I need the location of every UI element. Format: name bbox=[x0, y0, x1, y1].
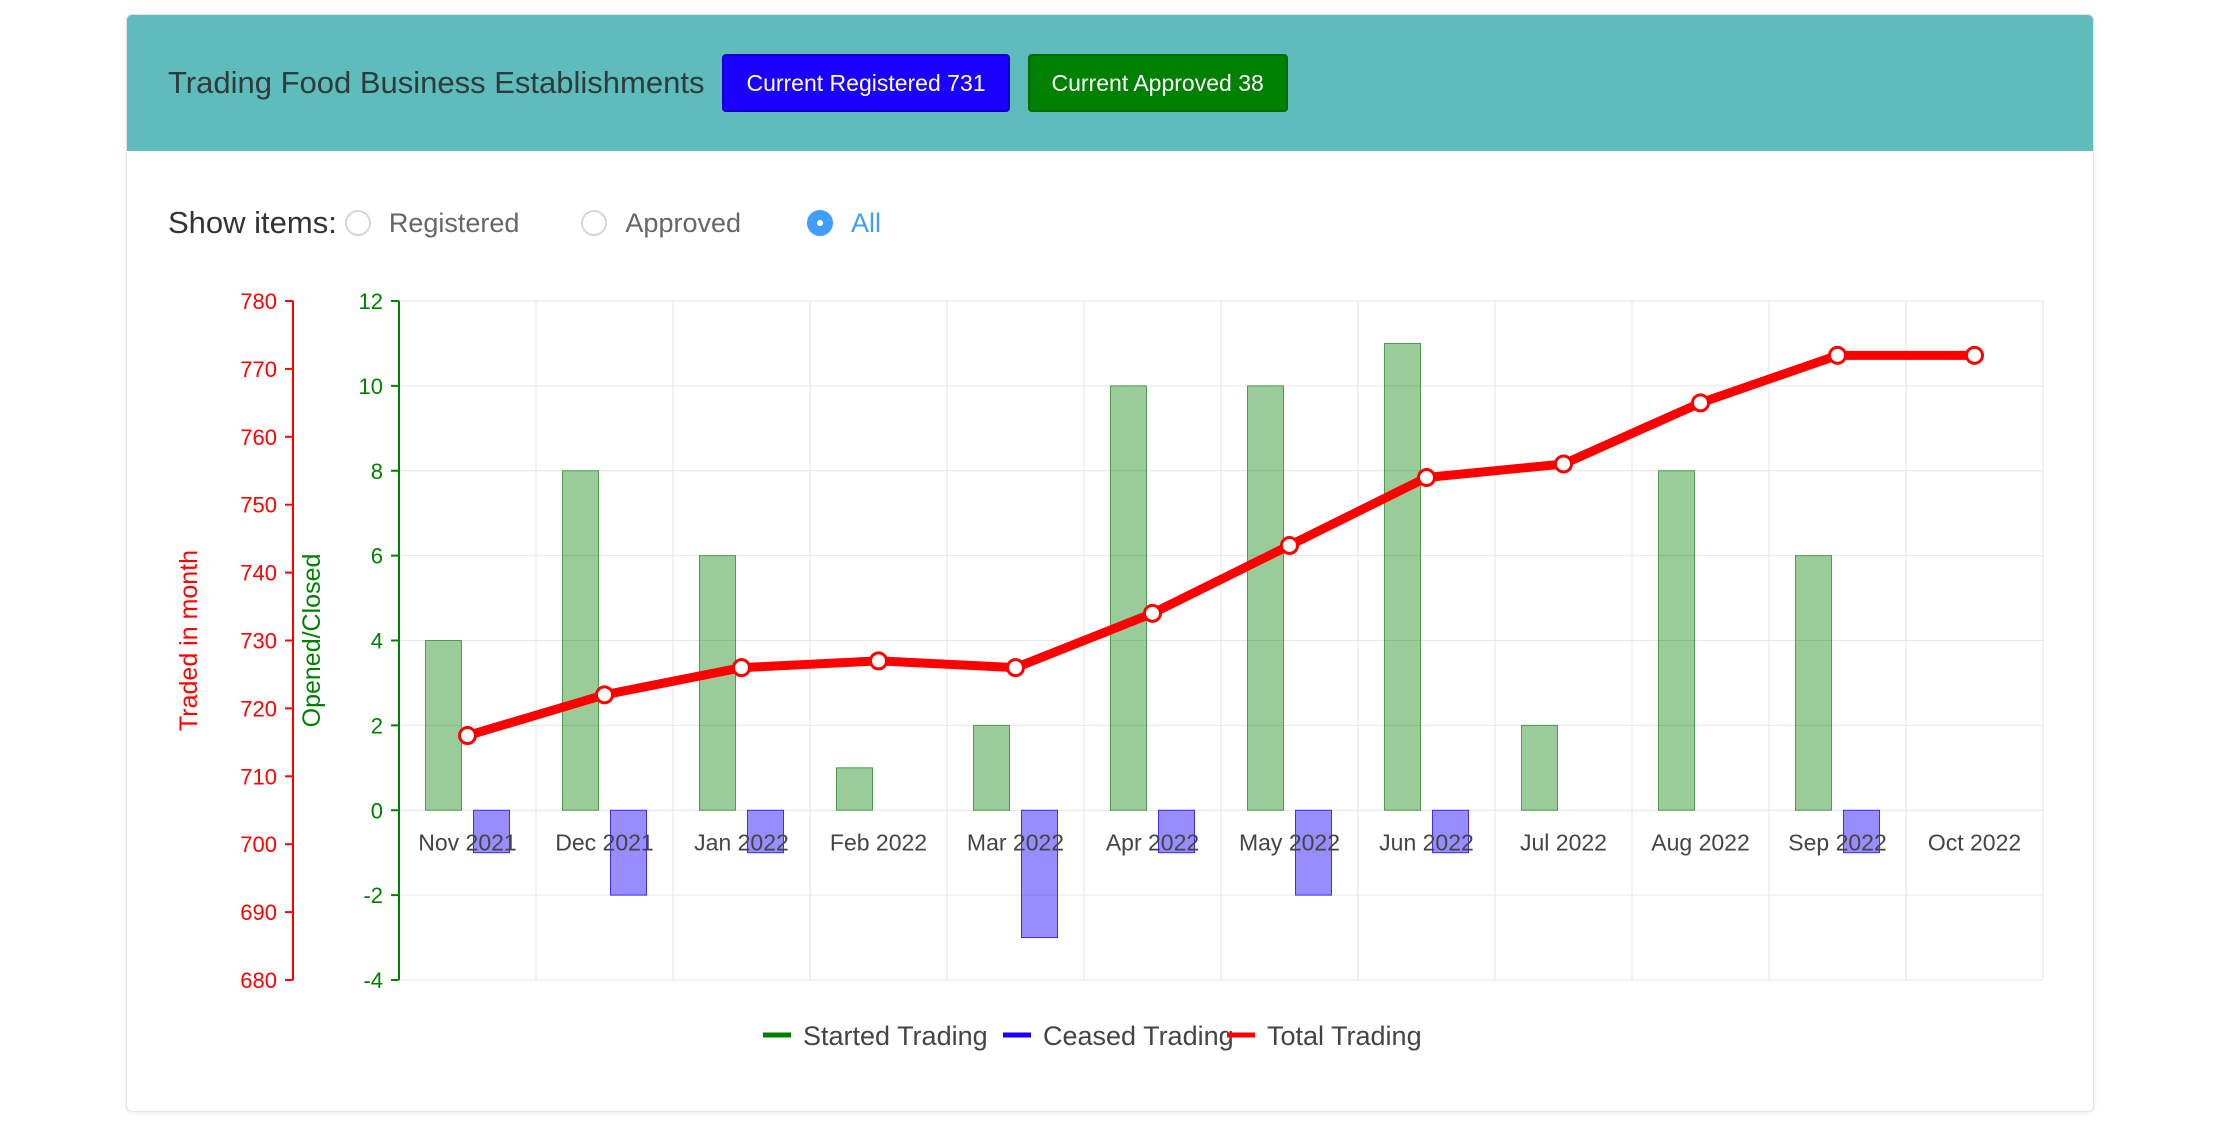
chart-card: Trading Food Business Establishments Cur… bbox=[126, 14, 2094, 1112]
left-axis-tick-label: -4 bbox=[363, 968, 383, 993]
point-total-trading bbox=[732, 658, 751, 678]
right-axis-tick-label: 740 bbox=[240, 561, 277, 586]
right-axis-tick-label: 730 bbox=[240, 629, 277, 654]
x-axis-tick-label: Jan 2022 bbox=[694, 829, 789, 855]
left-axis-tick-label: 6 bbox=[371, 544, 383, 569]
point-total-trading bbox=[1965, 345, 1984, 365]
point-total-trading bbox=[595, 685, 614, 705]
x-axis-tick-label: Oct 2022 bbox=[1928, 829, 2021, 855]
point-total-trading bbox=[869, 651, 888, 671]
bar-started-trading bbox=[1658, 470, 1695, 811]
bar-started-trading bbox=[1247, 385, 1284, 811]
bar-started-trading bbox=[699, 555, 736, 811]
bar-started-trading bbox=[973, 724, 1010, 811]
x-axis-tick-label: Aug 2022 bbox=[1651, 829, 1749, 855]
right-axis-tick-label: 690 bbox=[240, 900, 277, 925]
x-axis-tick-label: Apr 2022 bbox=[1106, 829, 1199, 855]
point-total-trading bbox=[458, 726, 477, 746]
legend-label: Total Trading bbox=[1267, 1021, 1422, 1051]
left-axis-tick-label: -2 bbox=[363, 883, 383, 908]
right-axis-tick-label: 750 bbox=[240, 493, 277, 518]
right-axis-tick-label: 780 bbox=[240, 289, 277, 314]
bar-started-trading bbox=[425, 640, 462, 811]
point-total-trading bbox=[1828, 345, 1847, 365]
x-axis-tick-label: Dec 2021 bbox=[555, 829, 653, 855]
right-axis-tick-label: 760 bbox=[240, 425, 277, 450]
left-axis-tick-label: 4 bbox=[371, 629, 383, 654]
legend-label: Ceased Trading bbox=[1043, 1021, 1234, 1051]
left-axis-tick-label: 8 bbox=[371, 459, 383, 484]
x-axis-tick-label: Nov 2021 bbox=[418, 829, 516, 855]
left-axis-title: Opened/Closed bbox=[298, 554, 326, 728]
x-axis-tick-label: Feb 2022 bbox=[830, 829, 927, 855]
left-axis-tick-label: 0 bbox=[371, 798, 383, 823]
x-axis-tick-label: Mar 2022 bbox=[967, 829, 1064, 855]
right-axis-title: Traded in month bbox=[175, 550, 203, 731]
left-axis-tick-label: 10 bbox=[359, 374, 383, 399]
bar-started-trading bbox=[836, 767, 873, 811]
x-axis-tick-label: Jun 2022 bbox=[1379, 829, 1474, 855]
point-total-trading bbox=[1006, 658, 1025, 678]
point-total-trading bbox=[1280, 535, 1299, 555]
x-axis-tick-label: Sep 2022 bbox=[1788, 829, 1886, 855]
left-axis-tick-label: 12 bbox=[359, 289, 383, 314]
point-total-trading bbox=[1143, 603, 1162, 623]
x-axis-tick-label: Jul 2022 bbox=[1520, 829, 1607, 855]
point-total-trading bbox=[1417, 468, 1436, 488]
right-axis-tick-label: 680 bbox=[240, 968, 277, 993]
legend-label: Started Trading bbox=[803, 1021, 988, 1051]
point-total-trading bbox=[1554, 454, 1573, 474]
x-axis-tick-label: May 2022 bbox=[1239, 829, 1340, 855]
point-total-trading bbox=[1691, 393, 1710, 413]
right-axis-tick-label: 720 bbox=[240, 696, 277, 721]
left-axis-tick-label: 2 bbox=[371, 713, 383, 738]
right-axis-tick-label: 710 bbox=[240, 764, 277, 789]
bar-started-trading bbox=[1110, 385, 1147, 811]
combo-chart: 12 10 8 6 4 2 0 -2 -4 780 770 760 750 740 730 720 710 700… bbox=[175, 289, 2044, 1051]
right-axis-tick-label: 700 bbox=[240, 832, 277, 857]
bar-started-trading bbox=[1521, 724, 1558, 811]
bar-started-trading bbox=[562, 470, 599, 811]
bar-started-trading bbox=[1384, 342, 1421, 811]
right-axis-tick-label: 770 bbox=[240, 357, 277, 382]
bar-started-trading bbox=[1795, 555, 1832, 811]
